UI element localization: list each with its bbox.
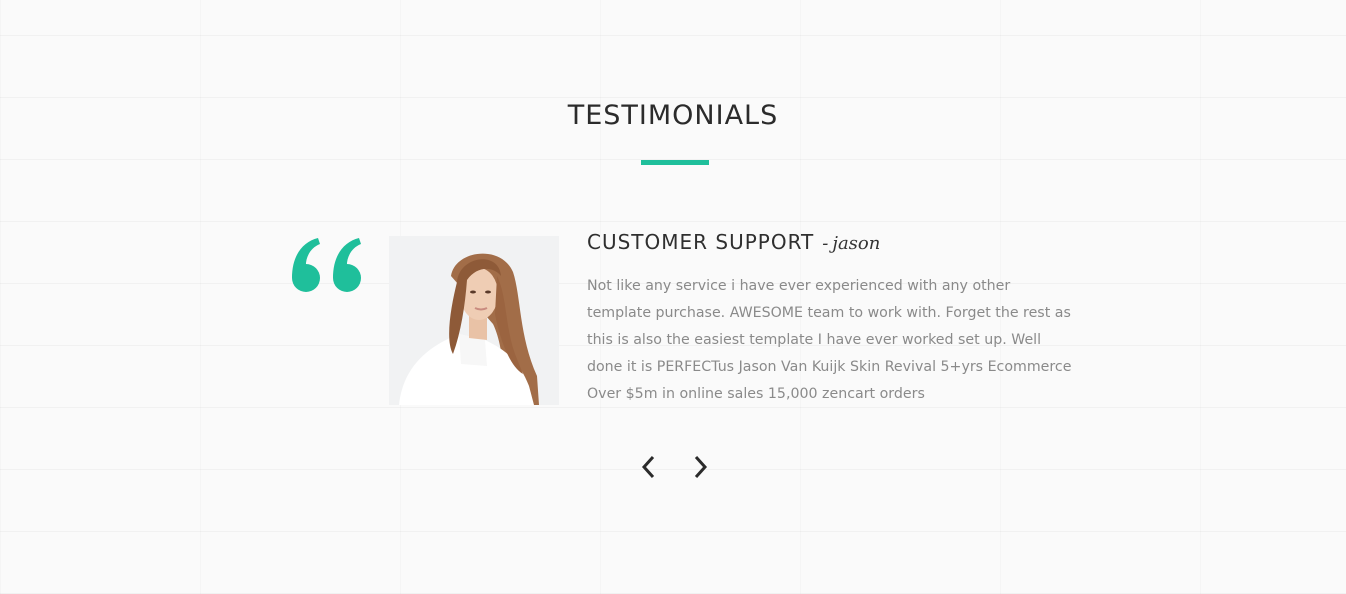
customer-photo [389,236,559,405]
chevron-left-icon [641,455,655,479]
testimonials-section: TESTIMONIALS CUSTOMER SUPPORT - jason No… [0,0,1346,594]
author-separator: - [822,233,829,254]
quote-icon [286,218,366,308]
section-title: TESTIMONIALS [567,100,779,131]
carousel-prev-button[interactable] [636,453,660,481]
testimonial-subject: CUSTOMER SUPPORT [587,230,815,254]
carousel-next-button[interactable] [689,453,713,481]
testimonial-text: Not like any service i have ever experie… [587,278,1072,402]
testimonial-heading: CUSTOMER SUPPORT - jason [587,230,880,254]
testimonial-author: jason [832,233,881,254]
title-underline [641,160,709,165]
chevron-right-icon [694,455,708,479]
